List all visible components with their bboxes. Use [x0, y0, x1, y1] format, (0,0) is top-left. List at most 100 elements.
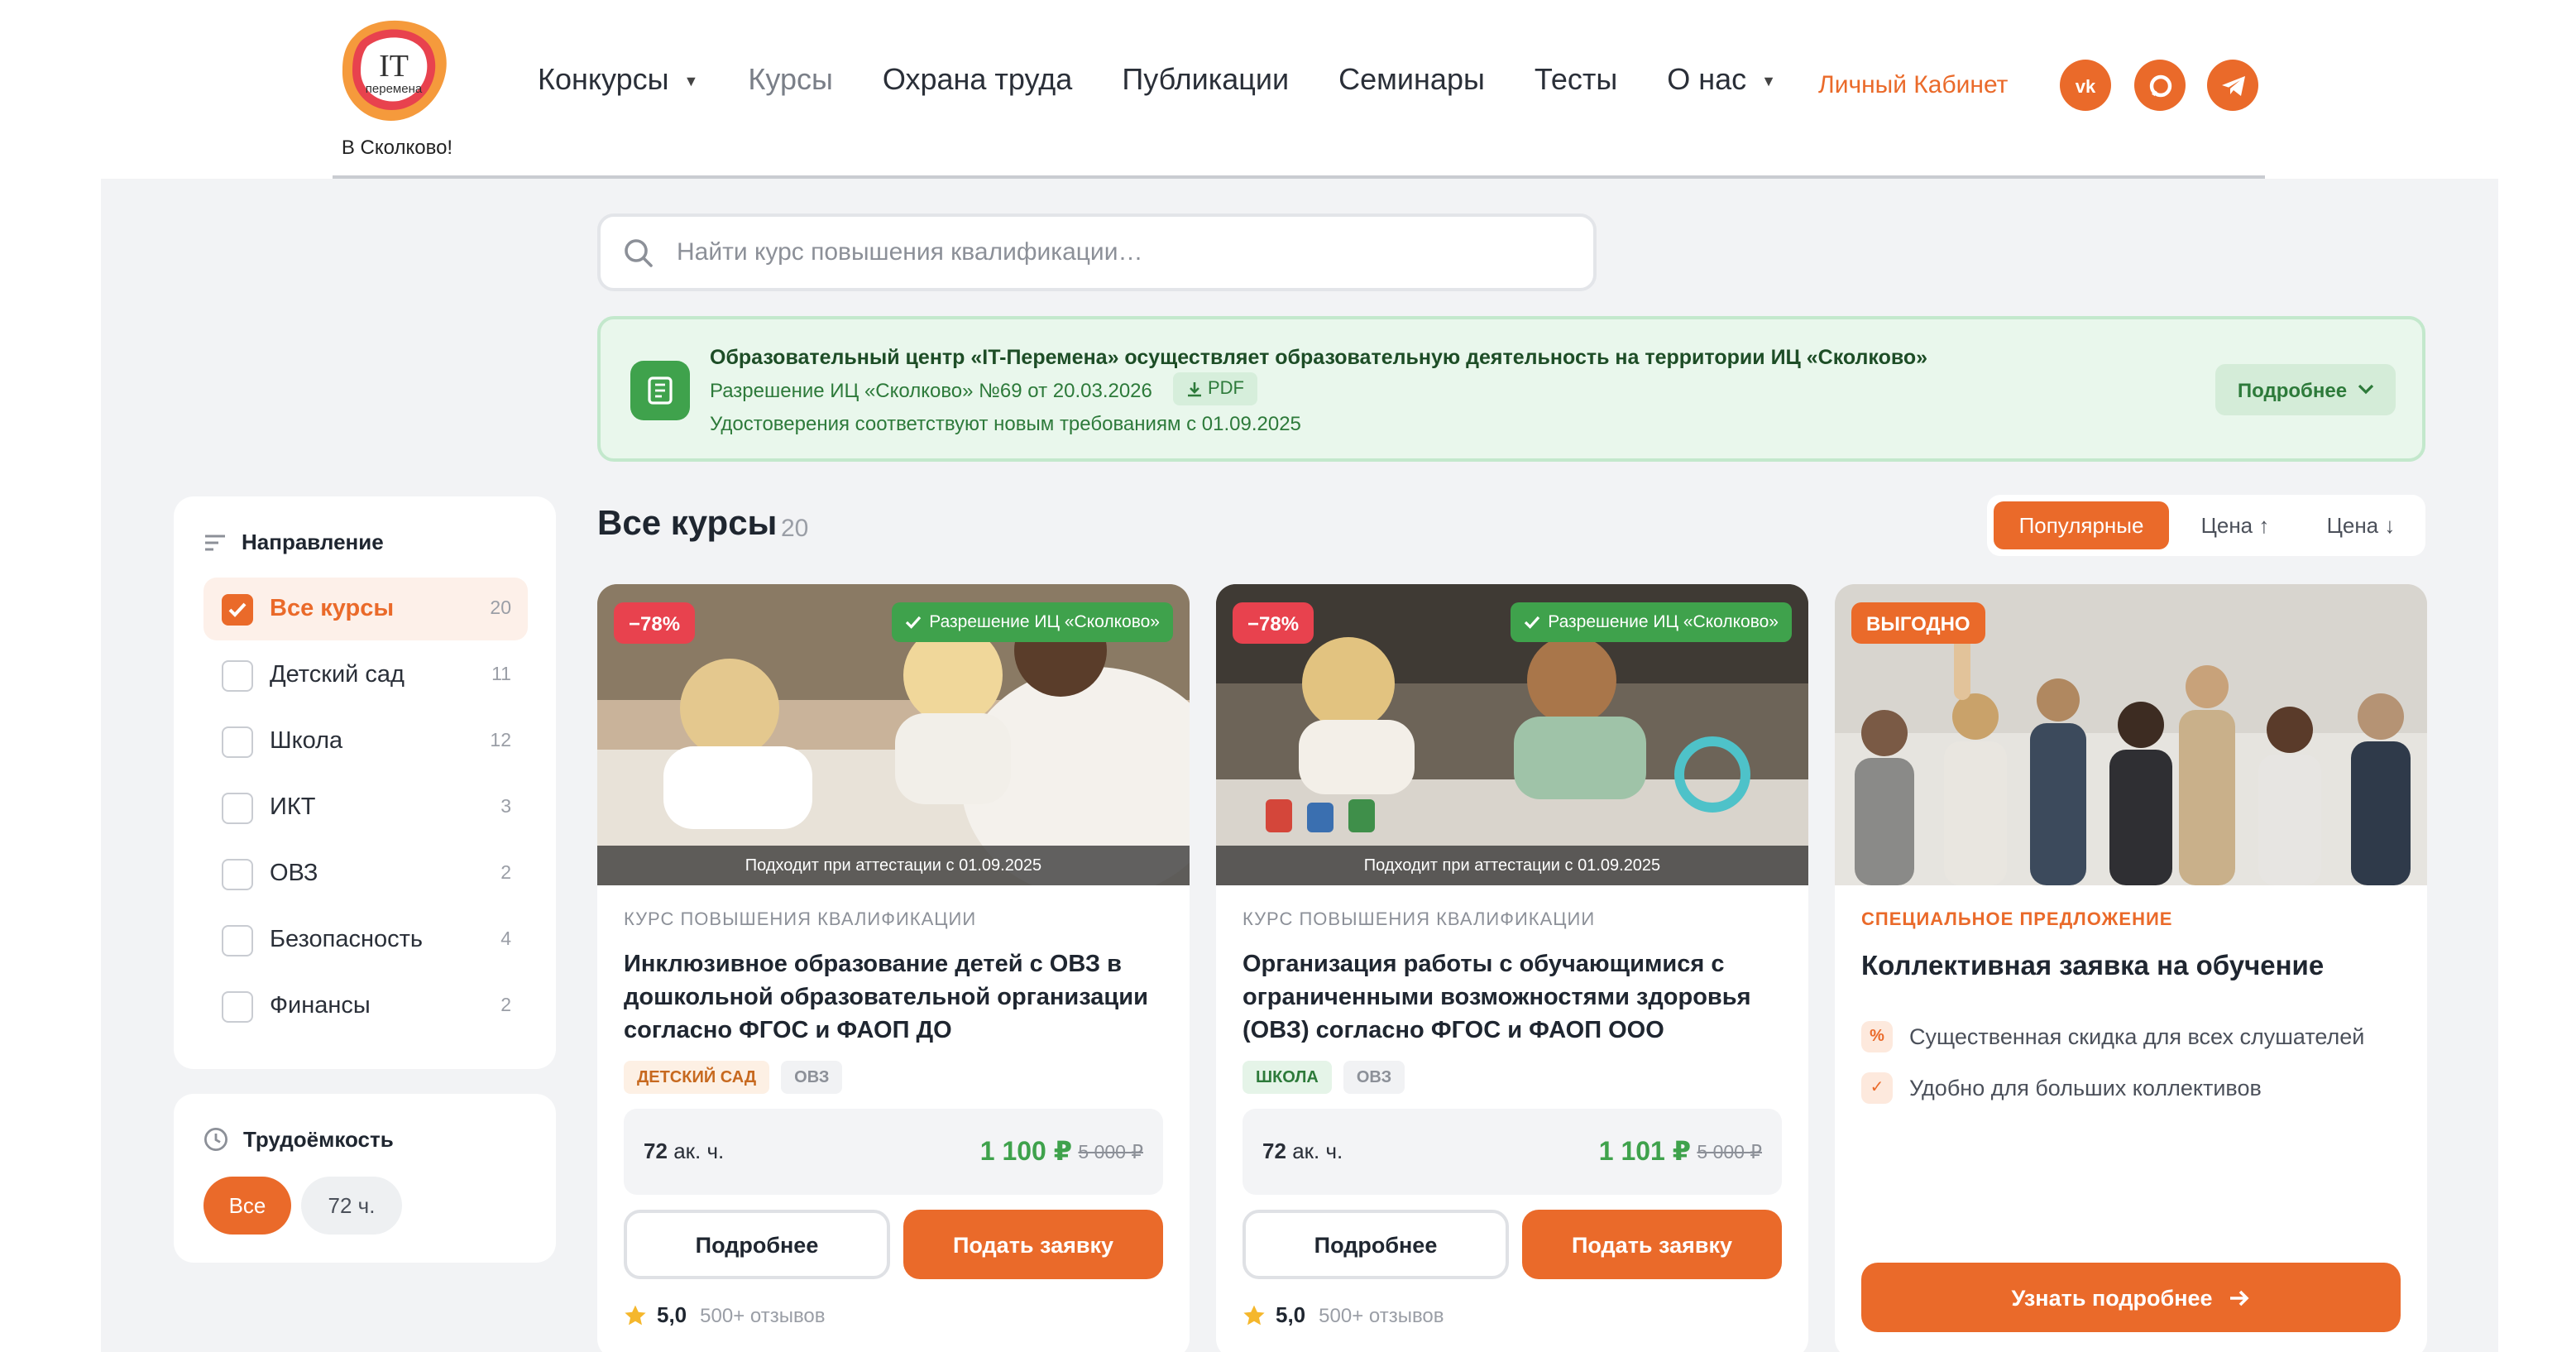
- nav-publications-label: Публикации: [1122, 63, 1290, 96]
- tag-ovz: ОВЗ: [781, 1061, 843, 1094]
- banner-title: Образовательный центр «IT-Перемена» осущ…: [710, 346, 1928, 369]
- banner-more-button[interactable]: Подробнее: [2215, 364, 2396, 415]
- percent-icon: %: [1861, 1021, 1893, 1052]
- hours-value: 72: [644, 1139, 668, 1163]
- filter-ovz[interactable]: ОВЗ 2: [203, 842, 528, 905]
- learn-more-label: Узнать подробнее: [2011, 1285, 2213, 1310]
- sort-price-desc[interactable]: Цена ↓: [2301, 501, 2420, 549]
- nav-publications[interactable]: Публикации: [1122, 63, 1289, 98]
- star-icon: [625, 1304, 646, 1325]
- filter-count: 4: [500, 930, 511, 950]
- filter-ict[interactable]: ИКТ 3: [203, 776, 528, 839]
- special-offer-card: ВЫГОДНО СПЕЦИАЛЬНОЕ ПРЕДЛОЖЕНИЕ Коллекти…: [1835, 584, 2427, 1352]
- filter-safety[interactable]: Безопасность 4: [203, 909, 528, 971]
- banner-permit: Разрешение ИЦ «Сколково» №69 от 20.03.20…: [710, 379, 1152, 402]
- filter-label: ОВЗ: [270, 861, 318, 887]
- direction-filter-panel: Направление Все курсы 20 Детский сад 11 …: [174, 496, 556, 1069]
- filter-lines-icon: [205, 534, 225, 550]
- nav-labor-safety[interactable]: Охрана труда: [883, 63, 1073, 98]
- logo-sub: перемена: [366, 82, 423, 96]
- check-icon: ✓: [1861, 1072, 1893, 1104]
- nav-about[interactable]: О нас ▼: [1667, 63, 1776, 98]
- course-kicker: КУРС ПОВЫШЕНИЯ КВАЛИФИКАЦИИ: [624, 910, 977, 930]
- course-kicker: КУРС ПОВЫШЕНИЯ КВАЛИФИКАЦИИ: [1243, 910, 1596, 930]
- nav-labor-safety-label: Охрана труда: [882, 63, 1073, 96]
- filter-all-courses[interactable]: Все курсы 20: [203, 578, 528, 640]
- details-button[interactable]: Подробнее: [1243, 1210, 1509, 1279]
- course-hours: 72 ак. ч.: [1262, 1139, 1343, 1163]
- offer-kicker: СПЕЦИАЛЬНОЕ ПРЕДЛОЖЕНИЕ: [1861, 910, 2173, 930]
- checkbox[interactable]: [222, 924, 253, 956]
- filter-label: Все курсы: [270, 596, 395, 622]
- main-nav: Конкурсы ▼ Курсы Охрана труда Публикации …: [538, 63, 1826, 98]
- document-icon: [630, 361, 690, 420]
- max-messenger-icon[interactable]: [2134, 60, 2186, 111]
- sort-popular[interactable]: Популярные: [1994, 501, 2169, 549]
- nav-contests[interactable]: Конкурсы ▼: [538, 63, 698, 98]
- personal-cabinet-link[interactable]: Личный Кабинет: [1818, 71, 2008, 99]
- old-price: 5 000 ₽: [1697, 1143, 1762, 1163]
- course-title[interactable]: Инклюзивное образование детей с ОВЗ в до…: [624, 948, 1163, 1048]
- price-box: 72 ак. ч. 1 101 ₽ 5 000 ₽: [1243, 1109, 1782, 1195]
- pdf-download-button[interactable]: PDF: [1173, 372, 1257, 405]
- permit-badge: Разрешение ИЦ «Сколково»: [1510, 602, 1792, 642]
- nav-contests-label: Конкурсы: [538, 63, 669, 96]
- hours-unit: ак. ч.: [673, 1139, 725, 1163]
- apply-button[interactable]: Подать заявку: [1522, 1210, 1782, 1279]
- nav-tests[interactable]: Тесты: [1535, 63, 1617, 98]
- chevron-down-icon: ▼: [683, 72, 699, 89]
- checkbox[interactable]: [222, 792, 253, 823]
- nav-about-label: О нас: [1667, 63, 1747, 96]
- apply-button[interactable]: Подать заявку: [903, 1210, 1163, 1279]
- sort-control: Популярные Цена ↑ Цена ↓: [1987, 495, 2425, 556]
- telegram-icon[interactable]: [2207, 60, 2258, 111]
- course-photo: −78% Разрешение ИЦ «Сколково» Подходит п…: [597, 584, 1190, 885]
- labor-option-all[interactable]: Все: [203, 1177, 291, 1235]
- checkbox[interactable]: [222, 726, 253, 757]
- filter-school[interactable]: Школа 12: [203, 710, 528, 773]
- courses-count: 20: [781, 515, 809, 543]
- filter-label: ИКТ: [270, 794, 316, 821]
- reviews-count[interactable]: 500+ отзывов: [700, 1303, 825, 1326]
- course-search: [597, 213, 1597, 291]
- checkbox[interactable]: [222, 990, 253, 1022]
- nav-seminars[interactable]: Семинары: [1338, 63, 1485, 98]
- details-button[interactable]: Подробнее: [624, 1210, 890, 1279]
- logo-mark: IT: [379, 49, 409, 84]
- filter-kindergarten[interactable]: Детский сад 11: [203, 644, 528, 707]
- tag-ovz: ОВЗ: [1343, 1061, 1405, 1094]
- checkbox[interactable]: [222, 659, 253, 691]
- hours-value: 72: [1262, 1139, 1286, 1163]
- group-photo: ВЫГОДНО: [1835, 584, 2427, 885]
- chevron-down-icon: [2357, 384, 2373, 395]
- learn-more-button[interactable]: Узнать подробнее: [1861, 1263, 2401, 1332]
- logo[interactable]: IT перемена В Сколково!: [331, 7, 463, 159]
- nav-tests-label: Тесты: [1534, 63, 1618, 96]
- banner-more-label: Подробнее: [2237, 378, 2348, 401]
- checkbox[interactable]: [222, 858, 253, 889]
- attestation-bar: Подходит при аттестации с 01.09.2025: [597, 846, 1190, 885]
- labor-title: Трудоёмкость: [203, 1127, 394, 1152]
- benefit-text: Удобно для больших коллективов: [1909, 1076, 2262, 1100]
- direction-title: Направление: [203, 530, 384, 554]
- labor-title-label: Трудоёмкость: [243, 1127, 394, 1152]
- nav-seminars-label: Семинары: [1338, 63, 1485, 96]
- labor-option-72h[interactable]: 72 ч.: [301, 1177, 402, 1235]
- course-title[interactable]: Организация работы с обучающимися с огра…: [1243, 948, 1782, 1048]
- filter-finance[interactable]: Финансы 2: [203, 975, 528, 1038]
- filter-label: Финансы: [270, 993, 371, 1019]
- course-tags: ДЕТСКИЙ САД ОВЗ: [624, 1061, 843, 1094]
- permit-badge: Разрешение ИЦ «Сколково»: [891, 602, 1173, 642]
- sort-price-asc[interactable]: Цена ↑: [2176, 501, 2295, 549]
- reviews-count[interactable]: 500+ отзывов: [1319, 1303, 1444, 1326]
- checkbox[interactable]: [222, 593, 253, 625]
- benefit-item: % Существенная скидка для всех слушателе…: [1861, 1021, 2364, 1052]
- price-box: 72 ак. ч. 1 100 ₽ 5 000 ₽: [624, 1109, 1163, 1195]
- filter-count: 20: [490, 599, 511, 619]
- search-icon: [625, 238, 653, 266]
- logo-badge-icon: IT перемена: [342, 20, 447, 121]
- vk-icon[interactable]: vk: [2060, 60, 2111, 111]
- rating-score: 5,0: [657, 1302, 687, 1327]
- nav-courses[interactable]: Курсы: [748, 63, 832, 98]
- search-input[interactable]: [677, 238, 1537, 266]
